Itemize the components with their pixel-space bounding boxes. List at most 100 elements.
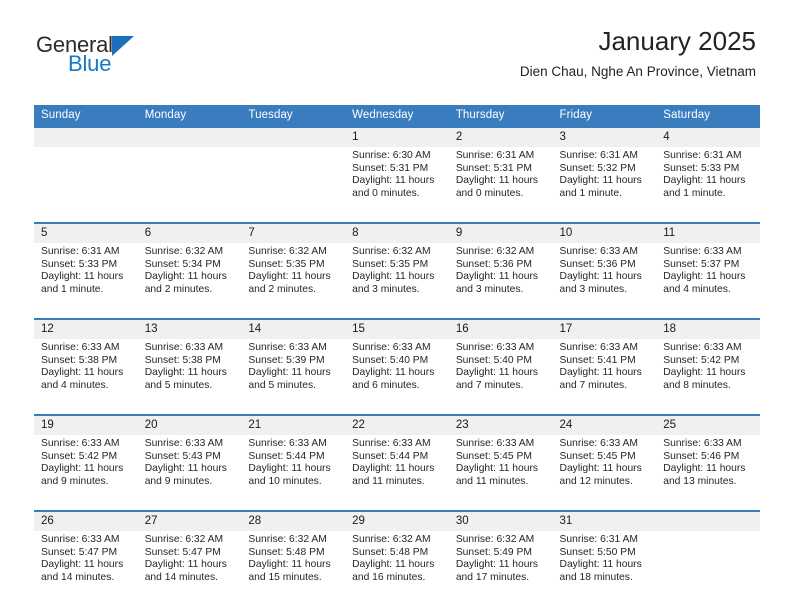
- day-cell[interactable]: Sunrise: 6:33 AM Sunset: 5:45 PM Dayligh…: [448, 435, 553, 511]
- sunrise-text: Sunrise: 6:33 AM: [352, 342, 431, 353]
- day-number[interactable]: 5: [34, 222, 138, 243]
- sunrise-text: Sunrise: 6:33 AM: [41, 438, 120, 449]
- day-number[interactable]: 10: [552, 222, 657, 243]
- day-cell[interactable]: Sunrise: 6:32 AM Sunset: 5:48 PM Dayligh…: [241, 531, 346, 606]
- day-cell[interactable]: Sunrise: 6:32 AM Sunset: 5:36 PM Dayligh…: [448, 243, 553, 319]
- day-number[interactable]: 8: [345, 222, 449, 243]
- day-cell[interactable]: Sunrise: 6:31 AM Sunset: 5:50 PM Dayligh…: [552, 531, 657, 606]
- day-number[interactable]: 12: [34, 318, 138, 339]
- weekday-header-wednesday: Wednesday: [345, 105, 449, 127]
- day-number[interactable]: 15: [345, 318, 449, 339]
- day-cell[interactable]: [137, 147, 242, 223]
- day-cell[interactable]: Sunrise: 6:31 AM Sunset: 5:32 PM Dayligh…: [552, 147, 657, 223]
- day-number[interactable]: 20: [137, 414, 242, 435]
- sunset-text: Sunset: 5:40 PM: [352, 354, 429, 366]
- day-cell[interactable]: Sunrise: 6:33 AM Sunset: 5:43 PM Dayligh…: [137, 435, 242, 511]
- daylight-text-line2: and 12 minutes.: [559, 475, 633, 487]
- day-number[interactable]: 4: [656, 126, 760, 147]
- day-number[interactable]: 11: [656, 222, 760, 243]
- day-number[interactable]: 26: [34, 510, 138, 531]
- day-number[interactable]: [656, 510, 760, 531]
- day-number[interactable]: 31: [552, 510, 657, 531]
- weekday-header-tuesday: Tuesday: [241, 105, 346, 127]
- day-cell[interactable]: [34, 147, 138, 223]
- sunset-text: Sunset: 5:40 PM: [455, 354, 532, 366]
- day-cell[interactable]: Sunrise: 6:33 AM Sunset: 5:38 PM Dayligh…: [34, 339, 138, 415]
- day-cell[interactable]: Sunrise: 6:33 AM Sunset: 5:39 PM Dayligh…: [241, 339, 346, 415]
- sunset-text: Sunset: 5:45 PM: [559, 450, 636, 462]
- day-cell[interactable]: Sunrise: 6:32 AM Sunset: 5:47 PM Dayligh…: [137, 531, 242, 606]
- day-number[interactable]: [34, 126, 138, 147]
- daylight-text-line1: Daylight: 11 hours: [663, 175, 746, 187]
- day-number[interactable]: 21: [241, 414, 346, 435]
- day-cell[interactable]: Sunrise: 6:33 AM Sunset: 5:45 PM Dayligh…: [552, 435, 657, 511]
- daylight-text-line2: and 17 minutes.: [455, 571, 530, 583]
- day-number[interactable]: 29: [345, 510, 449, 531]
- day-cell[interactable]: Sunrise: 6:32 AM Sunset: 5:49 PM Dayligh…: [448, 531, 553, 606]
- day-number[interactable]: 19: [34, 414, 138, 435]
- week-row-details: Sunrise: 6:33 AM Sunset: 5:38 PM Dayligh…: [34, 339, 760, 415]
- week-row-details: Sunrise: 6:31 AM Sunset: 5:33 PM Dayligh…: [34, 243, 760, 319]
- day-number[interactable]: 23: [448, 414, 553, 435]
- day-number[interactable]: 13: [137, 318, 242, 339]
- daylight-text-line2: and 1 minute.: [41, 283, 104, 295]
- day-number[interactable]: 24: [552, 414, 657, 435]
- day-number[interactable]: 16: [448, 318, 553, 339]
- day-number[interactable]: 28: [241, 510, 346, 531]
- day-cell[interactable]: Sunrise: 6:30 AM Sunset: 5:31 PM Dayligh…: [345, 147, 449, 223]
- day-number[interactable]: 27: [137, 510, 242, 531]
- day-number[interactable]: 14: [241, 318, 346, 339]
- day-number[interactable]: 1: [345, 126, 449, 147]
- day-cell[interactable]: Sunrise: 6:33 AM Sunset: 5:44 PM Dayligh…: [345, 435, 449, 511]
- day-number[interactable]: 2: [448, 126, 553, 147]
- sunrise-text: Sunrise: 6:32 AM: [455, 246, 535, 257]
- sunrise-text: Sunrise: 6:33 AM: [144, 438, 224, 449]
- day-number[interactable]: 17: [552, 318, 657, 339]
- day-number[interactable]: 22: [345, 414, 449, 435]
- daylight-text-line1: Daylight: 11 hours: [559, 559, 642, 571]
- day-number[interactable]: [137, 126, 242, 147]
- sunset-text: Sunset: 5:33 PM: [663, 162, 740, 174]
- day-number[interactable]: 7: [241, 222, 346, 243]
- day-number[interactable]: 18: [656, 318, 760, 339]
- daylight-text-line2: and 2 minutes.: [248, 283, 316, 295]
- day-number[interactable]: 9: [448, 222, 553, 243]
- day-cell[interactable]: Sunrise: 6:32 AM Sunset: 5:48 PM Dayligh…: [345, 531, 449, 606]
- day-cell[interactable]: Sunrise: 6:33 AM Sunset: 5:37 PM Dayligh…: [656, 243, 760, 319]
- daylight-text-line1: Daylight: 11 hours: [41, 367, 124, 379]
- daylight-text-line2: and 2 minutes.: [144, 283, 213, 295]
- sunrise-text: Sunrise: 6:31 AM: [559, 150, 638, 161]
- day-cell[interactable]: Sunrise: 6:32 AM Sunset: 5:35 PM Dayligh…: [241, 243, 346, 319]
- calendar-table: Sunday Monday Tuesday Wednesday Thursday…: [34, 105, 760, 606]
- sunrise-text: Sunrise: 6:33 AM: [248, 342, 327, 353]
- day-number[interactable]: 6: [137, 222, 242, 243]
- day-cell[interactable]: Sunrise: 6:33 AM Sunset: 5:38 PM Dayligh…: [137, 339, 242, 415]
- day-cell[interactable]: Sunrise: 6:33 AM Sunset: 5:36 PM Dayligh…: [552, 243, 657, 319]
- day-cell[interactable]: Sunrise: 6:31 AM Sunset: 5:31 PM Dayligh…: [448, 147, 553, 223]
- day-cell[interactable]: Sunrise: 6:33 AM Sunset: 5:40 PM Dayligh…: [345, 339, 449, 415]
- daylight-text-line2: and 9 minutes.: [41, 475, 109, 487]
- day-number[interactable]: [241, 126, 346, 147]
- day-cell[interactable]: Sunrise: 6:32 AM Sunset: 5:35 PM Dayligh…: [345, 243, 449, 319]
- page-header: General Blue January 2025 Dien Chau, Ngh…: [0, 0, 792, 79]
- day-cell[interactable]: Sunrise: 6:32 AM Sunset: 5:34 PM Dayligh…: [137, 243, 242, 319]
- day-number[interactable]: 25: [656, 414, 760, 435]
- sunrise-text: Sunrise: 6:33 AM: [455, 342, 535, 353]
- day-cell[interactable]: [656, 531, 760, 606]
- day-cell[interactable]: [241, 147, 346, 223]
- sunset-text: Sunset: 5:44 PM: [248, 450, 325, 462]
- day-number[interactable]: 3: [552, 126, 657, 147]
- day-number[interactable]: 30: [448, 510, 553, 531]
- sunset-text: Sunset: 5:42 PM: [663, 354, 740, 366]
- day-cell[interactable]: Sunrise: 6:33 AM Sunset: 5:40 PM Dayligh…: [448, 339, 553, 415]
- day-cell[interactable]: Sunrise: 6:31 AM Sunset: 5:33 PM Dayligh…: [34, 243, 138, 319]
- general-blue-logo: General Blue: [36, 34, 134, 75]
- day-cell[interactable]: Sunrise: 6:33 AM Sunset: 5:47 PM Dayligh…: [34, 531, 138, 606]
- day-cell[interactable]: Sunrise: 6:33 AM Sunset: 5:41 PM Dayligh…: [552, 339, 657, 415]
- sunrise-text: Sunrise: 6:33 AM: [41, 534, 120, 545]
- day-cell[interactable]: Sunrise: 6:31 AM Sunset: 5:33 PM Dayligh…: [656, 147, 760, 223]
- day-cell[interactable]: Sunrise: 6:33 AM Sunset: 5:46 PM Dayligh…: [656, 435, 760, 511]
- day-cell[interactable]: Sunrise: 6:33 AM Sunset: 5:42 PM Dayligh…: [34, 435, 138, 511]
- day-cell[interactable]: Sunrise: 6:33 AM Sunset: 5:44 PM Dayligh…: [241, 435, 346, 511]
- day-cell[interactable]: Sunrise: 6:33 AM Sunset: 5:42 PM Dayligh…: [656, 339, 760, 415]
